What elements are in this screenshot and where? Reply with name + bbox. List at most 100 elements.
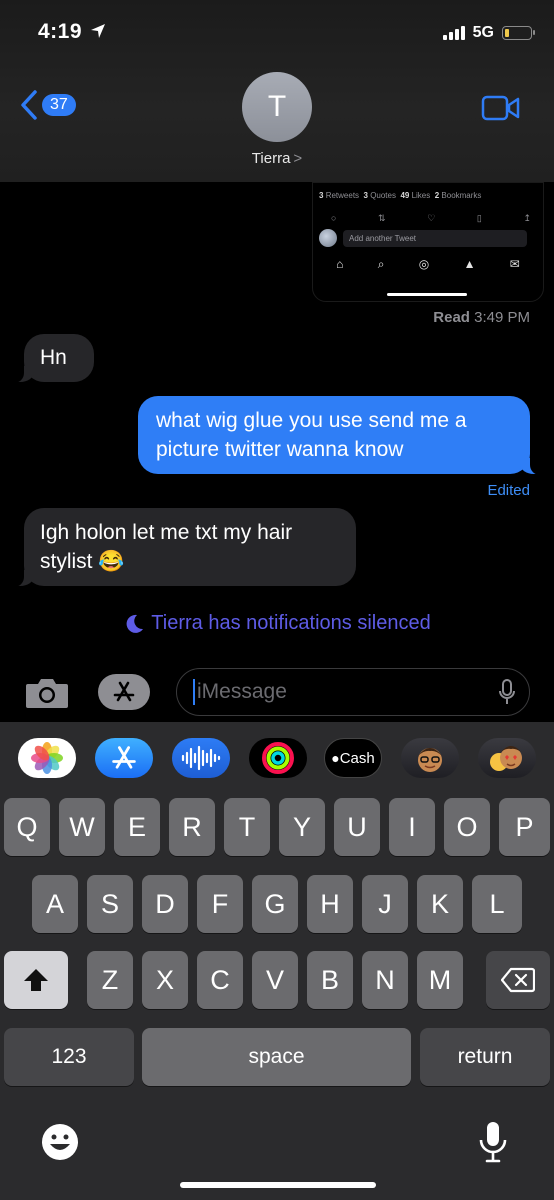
waveform-icon [181, 745, 221, 771]
key-r[interactable]: R [169, 798, 215, 856]
memoji-stickers-icon [490, 746, 522, 771]
spaces-icon: ◎ [418, 257, 430, 271]
chevron-left-icon [21, 90, 37, 120]
back-button[interactable]: 37 [20, 90, 76, 120]
facetime-video-button[interactable] [481, 94, 521, 127]
key-m[interactable]: M [417, 951, 463, 1009]
activity-rings-icon [262, 742, 294, 774]
camera-button[interactable] [24, 674, 70, 710]
message-text: what wig glue you use send me a picture … [156, 409, 467, 461]
key-w[interactable]: W [59, 798, 105, 856]
contact-avatar[interactable]: T [242, 72, 312, 142]
tweet-avatar [319, 229, 337, 247]
read-label: Read [433, 309, 470, 326]
status-time: 4:19 [38, 20, 106, 44]
read-receipt: Read 3:49 PM [433, 309, 530, 326]
avatar-initial: T [267, 90, 287, 123]
tweet-stats: 3 Retweets 3 Quotes 49 Likes 2 Bookmarks [319, 191, 482, 200]
clock-text: 4:19 [38, 20, 83, 43]
key-x[interactable]: X [142, 951, 188, 1009]
search-icon: ⌕ [377, 257, 385, 271]
message-bubble-sent[interactable]: what wig glue you use send me a picture … [138, 396, 542, 475]
silenced-text: Tierra has notifications silenced [151, 612, 431, 634]
key-b[interactable]: B [307, 951, 353, 1009]
backspace-icon [501, 967, 535, 993]
key-p[interactable]: P [499, 798, 550, 856]
dictation-button[interactable] [478, 1120, 508, 1169]
photos-icon [31, 742, 63, 774]
app-drawer-strip: ● Cash [0, 728, 554, 792]
message-bubble-received[interactable]: Igh holon let me txt my hair stylist 😂 [12, 508, 356, 587]
message-compose-field[interactable] [176, 668, 530, 716]
memoji-stickers-app-icon[interactable] [478, 738, 536, 778]
tweet-reply-input: Add another Tweet [343, 229, 527, 247]
cellular-signal-icon [442, 26, 465, 40]
key-a[interactable]: A [32, 875, 78, 933]
message-text: Igh holon let me txt my hair stylist 😂 [40, 521, 293, 573]
read-time: 3:49 PM [474, 309, 530, 326]
status-indicators: 5G [442, 24, 535, 42]
contact-name: Tierra [251, 150, 291, 167]
numbers-key[interactable]: 123 [4, 1028, 134, 1086]
dictation-mic-icon[interactable] [499, 679, 515, 705]
reply-icon: ○ [331, 213, 337, 223]
apple-cash-app-icon[interactable]: ● Cash [324, 738, 382, 778]
home-indicator [180, 1182, 376, 1188]
chevron-right-icon: > [293, 150, 303, 167]
microphone-icon [479, 1122, 507, 1163]
activity-app-icon[interactable] [249, 738, 307, 778]
delete-key[interactable] [486, 951, 550, 1009]
key-g[interactable]: G [252, 875, 298, 933]
key-d[interactable]: D [142, 875, 188, 933]
key-l[interactable]: L [472, 875, 522, 933]
app-store-drawer-button[interactable] [98, 674, 150, 710]
key-h[interactable]: H [307, 875, 353, 933]
focus-silenced-notice: Tierra has notifications silenced [0, 612, 554, 635]
memoji-app-icon[interactable] [401, 738, 459, 778]
edited-label[interactable]: Edited [487, 482, 530, 499]
notifications-bell-icon: ▲ [463, 257, 476, 271]
space-key[interactable]: space [142, 1028, 411, 1086]
key-q[interactable]: Q [4, 798, 50, 856]
contact-name-button[interactable]: Tierra > [0, 150, 554, 167]
key-v[interactable]: V [252, 951, 298, 1009]
app-store-icon [113, 681, 135, 702]
key-t[interactable]: T [224, 798, 270, 856]
memoji-face-icon [418, 748, 442, 772]
key-z[interactable]: Z [87, 951, 133, 1009]
tweet-nav-bar: ⌂ ⌕ ◎ ▲ ✉ [319, 257, 537, 272]
key-i[interactable]: I [389, 798, 435, 856]
camera-icon [26, 679, 68, 708]
key-j[interactable]: J [362, 875, 408, 933]
audio-message-app-icon[interactable] [172, 738, 230, 778]
emoji-face-icon [42, 1124, 78, 1160]
tweet-action-icons: ○ ⇅ ♡ ▯ ↥ [331, 213, 531, 224]
photos-app-icon[interactable] [18, 738, 76, 778]
key-k[interactable]: K [417, 875, 463, 933]
image-attachment[interactable]: 3 Retweets 3 Quotes 49 Likes 2 Bookmarks… [312, 182, 544, 302]
app-store-app-icon[interactable] [95, 738, 153, 778]
mail-icon: ✉ [509, 257, 520, 271]
message-bubble-received[interactable]: Hn [12, 334, 94, 383]
app-store-a-icon [112, 746, 136, 769]
home-icon: ⌂ [336, 257, 344, 271]
location-arrow-icon [91, 24, 106, 38]
return-key[interactable]: return [420, 1028, 550, 1086]
emoji-button[interactable] [40, 1122, 80, 1167]
unread-count-badge: 37 [42, 94, 76, 116]
bookmark-icon: ▯ [476, 213, 482, 223]
key-f[interactable]: F [197, 875, 243, 933]
key-o[interactable]: O [444, 798, 490, 856]
apple-logo-icon: ● [331, 750, 340, 766]
key-c[interactable]: C [197, 951, 243, 1009]
shift-key[interactable] [4, 951, 68, 1009]
retweet-icon: ⇅ [378, 213, 386, 223]
imessage-input[interactable] [193, 679, 479, 705]
key-e[interactable]: E [114, 798, 160, 856]
network-type: 5G [472, 24, 494, 41]
key-s[interactable]: S [87, 875, 133, 933]
key-y[interactable]: Y [279, 798, 325, 856]
key-n[interactable]: N [362, 951, 408, 1009]
shift-arrow-icon [24, 969, 48, 991]
key-u[interactable]: U [334, 798, 380, 856]
